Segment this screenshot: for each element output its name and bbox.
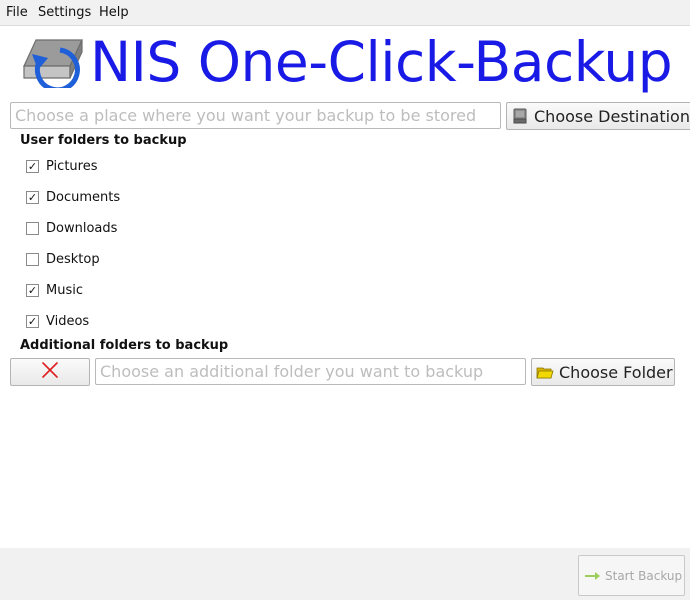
user-folders-heading: User folders to backup	[20, 133, 187, 148]
folder-icon	[536, 363, 554, 381]
close-icon	[41, 362, 59, 382]
folder-option-documents[interactable]: ✓ Documents	[26, 188, 120, 206]
pictures-checkbox[interactable]: ✓	[26, 159, 39, 173]
choose-folder-button[interactable]: Choose Folder	[531, 358, 675, 386]
downloads-label: Downloads	[46, 220, 118, 236]
documents-checkbox[interactable]: ✓	[26, 190, 39, 204]
folder-option-videos[interactable]: ✓ Videos	[26, 312, 89, 330]
desktop-label: Desktop	[46, 251, 100, 267]
start-backup-label: Start Backup	[605, 568, 683, 583]
documents-label: Documents	[46, 189, 121, 205]
menu-help[interactable]: Help	[99, 5, 129, 20]
additional-folder-input[interactable]	[95, 358, 526, 385]
start-backup-button[interactable]: Start Backup	[578, 555, 685, 596]
folder-option-desktop[interactable]: Desktop	[26, 250, 100, 268]
folder-option-music[interactable]: ✓ Music	[26, 281, 83, 299]
choose-folder-label: Choose Folder	[559, 362, 673, 382]
desktop-checkbox[interactable]	[26, 252, 39, 266]
destination-input[interactable]	[10, 102, 501, 129]
additional-folders-heading: Additional folders to backup	[20, 338, 229, 353]
music-label: Music	[46, 282, 83, 298]
choose-destination-label: Choose Destination	[534, 106, 690, 126]
remove-folder-button[interactable]	[10, 358, 90, 386]
pictures-label: Pictures	[46, 158, 98, 174]
folder-option-downloads[interactable]: Downloads	[26, 219, 117, 237]
drive-icon	[511, 107, 529, 125]
downloads-checkbox[interactable]	[26, 221, 39, 235]
videos-checkbox[interactable]: ✓	[26, 314, 39, 328]
backup-logo-icon	[18, 36, 86, 93]
folder-option-pictures[interactable]: ✓ Pictures	[26, 157, 97, 175]
music-checkbox[interactable]: ✓	[26, 283, 39, 297]
menu-settings[interactable]: Settings	[38, 5, 91, 20]
choose-destination-button[interactable]: Choose Destination	[506, 102, 690, 130]
menu-file[interactable]: File	[6, 5, 28, 20]
app-title: NIS One-Click-Backup	[90, 30, 673, 94]
arrow-right-icon	[584, 570, 600, 582]
videos-label: Videos	[46, 313, 90, 329]
menu-bar: File Settings Help	[0, 0, 690, 26]
